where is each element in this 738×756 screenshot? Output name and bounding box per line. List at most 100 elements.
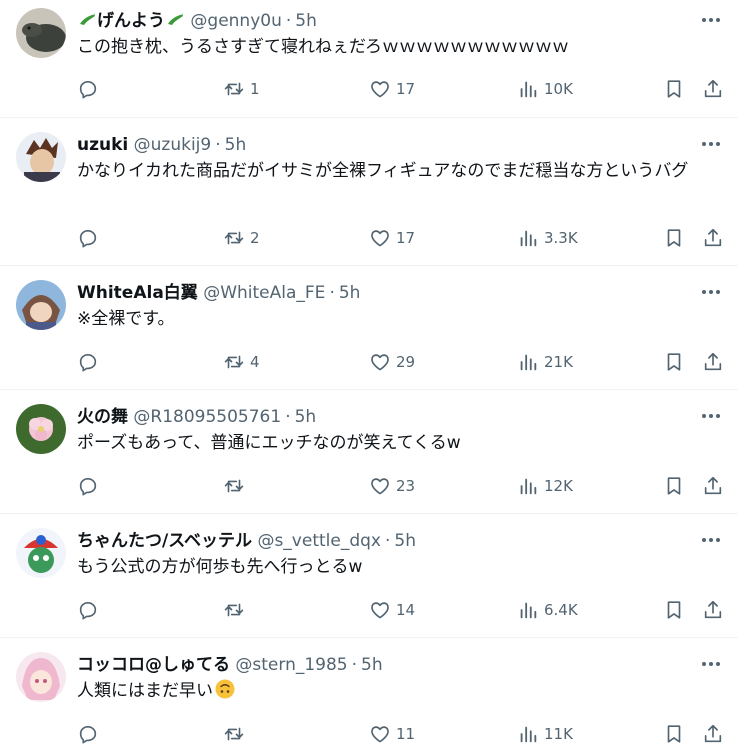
reply-button[interactable] <box>77 225 104 251</box>
views-button[interactable]: 11K <box>517 721 573 747</box>
tweet[interactable]: げんよう @genny0u · 5h この抱き枕、うるさすぎて寝れねぇだろｗｗｗｗｗ… <box>0 0 738 118</box>
more-icon[interactable] <box>702 134 720 154</box>
retweet-button[interactable]: 4 <box>223 349 260 375</box>
reply-button[interactable] <box>77 76 104 102</box>
like-button[interactable]: 17 <box>369 225 415 251</box>
share-button[interactable] <box>702 721 724 747</box>
avatar[interactable] <box>16 8 66 58</box>
tweet[interactable]: コッコロ@しゅてる @stern_1985 · 5h 人類にはまだ早い 11 11K <box>0 638 738 756</box>
more-icon[interactable] <box>702 530 720 550</box>
tweet[interactable]: uzuki @uzukij9 · 5h かなりイカれた商品だがイサミが全裸フィギュア… <box>0 118 738 266</box>
views-button[interactable]: 12K <box>517 473 573 499</box>
tweet-text: かなりイカれた商品だがイサミが全裸フィギュアなのでまだ穏当な方というバグ <box>77 161 689 181</box>
views-button[interactable]: 6.4K <box>517 597 578 623</box>
bookmark-icon <box>667 601 681 619</box>
display-name[interactable]: コッコロ@しゅてる <box>77 655 230 675</box>
views-icon <box>520 726 537 743</box>
reply-button[interactable] <box>77 349 104 375</box>
reply-icon <box>79 478 97 496</box>
avatar[interactable] <box>16 132 66 182</box>
share-button[interactable] <box>702 225 724 251</box>
heart-icon <box>371 726 389 743</box>
views-icon <box>520 602 537 619</box>
timestamp[interactable]: 5h <box>295 407 317 427</box>
views-button[interactable]: 3.3K <box>517 225 578 251</box>
tweet-text-container: 人類にはまだ早い <box>77 678 720 704</box>
tweet[interactable]: WhiteAla白翼 @WhiteAla_FE · 5h ※全裸です。 4 29 2… <box>0 266 738 390</box>
retweet-icon <box>224 479 244 493</box>
share-button[interactable] <box>702 349 724 375</box>
tweet[interactable]: 火の舞 @R18095505761 · 5h ポーズもあって、普通にエッチなのが笑え… <box>0 390 738 514</box>
tweet-text: 人類にはまだ早い <box>77 681 213 701</box>
share-button[interactable] <box>702 597 724 623</box>
timestamp[interactable]: 5h <box>295 11 317 31</box>
retweet-icon <box>224 727 244 741</box>
share-button[interactable] <box>702 473 724 499</box>
views-button[interactable]: 10K <box>517 76 573 102</box>
display-name[interactable]: 火の舞 <box>77 407 128 427</box>
avatar[interactable] <box>16 528 66 578</box>
like-button[interactable]: 17 <box>369 76 415 102</box>
views-icon <box>520 230 537 247</box>
retweet-icon <box>224 231 244 245</box>
views-icon <box>520 81 537 98</box>
handle[interactable]: @genny0u <box>190 11 281 31</box>
more-icon[interactable] <box>702 10 720 30</box>
bookmark-button[interactable] <box>663 225 685 251</box>
retweet-button[interactable]: 2 <box>223 225 260 251</box>
bookmark-button[interactable] <box>663 597 685 623</box>
lizard-icon <box>168 13 183 25</box>
bookmark-button[interactable] <box>663 349 685 375</box>
more-icon[interactable] <box>702 406 720 426</box>
avatar[interactable] <box>16 652 66 702</box>
display-name[interactable]: WhiteAla白翼 <box>77 283 198 303</box>
more-icon[interactable] <box>702 654 720 674</box>
like-button[interactable]: 14 <box>369 597 415 623</box>
timestamp[interactable]: 5h <box>361 655 383 675</box>
retweet-count: 2 <box>250 229 260 247</box>
bookmark-button[interactable] <box>663 473 685 499</box>
bookmark-button[interactable] <box>663 76 685 102</box>
reply-button[interactable] <box>77 721 104 747</box>
heart-icon <box>371 602 389 619</box>
display-name[interactable]: げんよう <box>97 11 165 31</box>
avatar[interactable] <box>16 404 66 454</box>
avatar-image <box>16 404 66 454</box>
handle[interactable]: @uzukij9 <box>134 135 212 155</box>
handle[interactable]: @stern_1985 <box>235 655 347 675</box>
timestamp[interactable]: 5h <box>225 135 247 155</box>
share-button[interactable] <box>702 76 724 102</box>
bookmark-icon <box>667 725 681 743</box>
avatar[interactable] <box>16 280 66 330</box>
like-button[interactable]: 23 <box>369 473 415 499</box>
timestamp[interactable]: 5h <box>339 283 361 303</box>
tweet-header: 火の舞 @R18095505761 · 5h <box>77 404 678 430</box>
action-bar: 4 29 21K <box>77 349 724 375</box>
separator: · <box>329 283 335 303</box>
retweet-button[interactable] <box>223 473 250 499</box>
retweet-button[interactable] <box>223 597 250 623</box>
like-button[interactable]: 29 <box>369 349 415 375</box>
reply-button[interactable] <box>77 597 104 623</box>
views-button[interactable]: 21K <box>517 349 573 375</box>
like-button[interactable]: 11 <box>369 721 415 747</box>
avatar-image <box>16 280 66 330</box>
reply-button[interactable] <box>77 473 104 499</box>
separator: · <box>384 531 391 551</box>
heart-icon <box>371 81 389 98</box>
handle[interactable]: @WhiteAla_FE <box>203 283 325 303</box>
reply-icon <box>79 354 97 372</box>
handle[interactable]: @s_vettle_dqx <box>257 531 381 551</box>
timestamp[interactable]: 5h <box>394 531 416 551</box>
retweet-button[interactable] <box>223 721 250 747</box>
display-name[interactable]: uzuki <box>77 135 128 155</box>
display-name[interactable]: ちゃんたつ/スベッテル <box>77 531 252 551</box>
retweet-button[interactable]: 1 <box>223 76 260 102</box>
avatar-image <box>16 652 66 702</box>
tweet-header: ちゃんたつ/スベッテル @s_vettle_dqx · 5h <box>77 528 678 554</box>
bookmark-button[interactable] <box>663 721 685 747</box>
more-icon[interactable] <box>702 282 720 302</box>
tweet[interactable]: ちゃんたつ/スベッテル @s_vettle_dqx · 5h もう公式の方が何歩も先… <box>0 514 738 638</box>
share-icon <box>704 352 722 371</box>
handle[interactable]: @R18095505761 <box>133 407 281 427</box>
